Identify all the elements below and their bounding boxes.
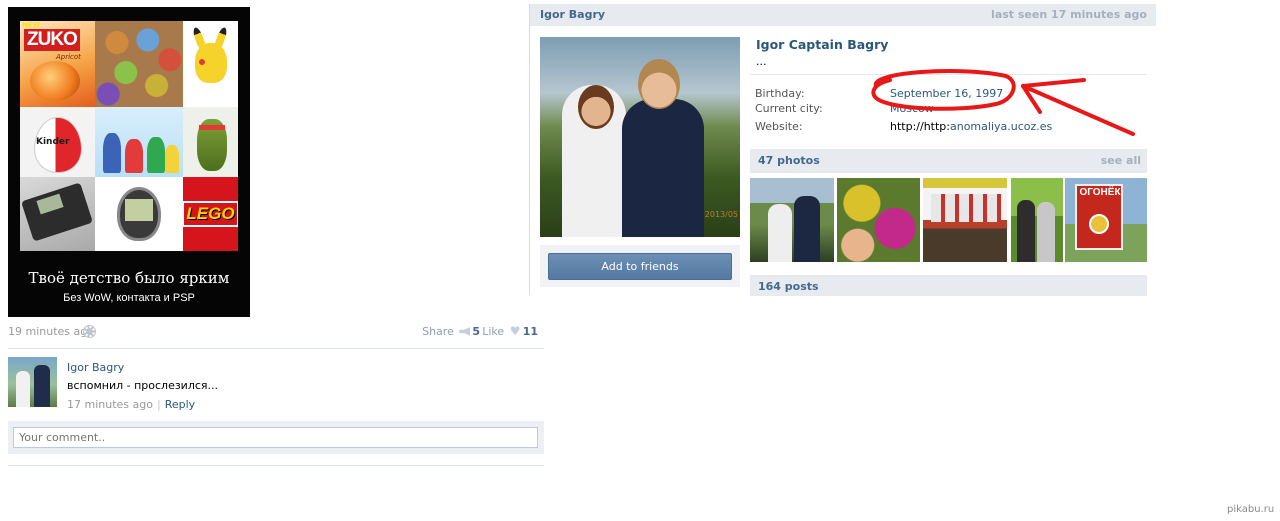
profile-header-bar: Igor Bagry last seen 17 minutes ago [530,4,1156,26]
comment-text: вспомнил - прослезился... [67,379,219,392]
photos-section-header: 47 photos see all [750,149,1147,173]
posts-count-link[interactable]: 164 posts [758,280,819,293]
post-image-poster[interactable]: NEW ZUKO Apricot Kinder LEGO Твоё детств… [8,7,250,317]
divider [8,465,544,466]
city-value[interactable]: Moscow [890,102,934,115]
share-count: 5 [472,325,480,338]
thumbnail-sign-text: ОГОНЁК [1079,187,1121,198]
watermark: pikabu.ru [1227,504,1275,515]
profile-photo[interactable]: 2013/05 [540,37,740,237]
zuko-flavor-label: Apricot [56,53,81,61]
pikachu-tile [183,21,238,107]
post-meta-row: 19 minutes ago Share 5 Like ♥ 11 [8,325,544,339]
comment-time[interactable]: 17 minutes ago [67,398,153,411]
profile-status: ... [756,55,767,68]
kinder-egg-tile: Kinder [20,107,95,177]
zuko-brand-label: ZUKO [24,29,80,51]
zuko-tile: NEW ZUKO Apricot [20,21,95,107]
profile-full-name: Igor Captain Bagry [756,37,889,52]
comment-meta: 17 minutes ago | Reply [67,398,195,411]
lego-logo: LEGO [183,201,238,227]
birthday-value[interactable]: September 16, 1997 [890,87,1003,100]
poster-title: Твоё детство было ярким [28,269,230,287]
post-time[interactable]: 19 minutes ago [8,325,94,338]
website-value[interactable]: http://http:anomaliya.ucoz.es [890,120,1052,133]
lego-tile: LEGO [183,177,238,251]
website-prefix: http://http: [890,120,950,133]
poster-subtitle: Без WoW, контакта и PSP [63,292,195,304]
share-button[interactable]: Share 5 [422,325,480,338]
comment-author-link[interactable]: Igor Bagry [67,361,124,374]
brick-game-tile [20,177,95,251]
photo-thumbnail[interactable] [837,178,920,262]
website-link[interactable]: anomaliya.ucoz.es [950,120,1052,133]
comment-separator: | [156,398,161,411]
gear-icon[interactable] [84,326,95,337]
bottle-caps-tile [95,21,183,107]
divider [750,74,1147,75]
add-to-friends-button[interactable]: Add to friends [548,253,732,280]
city-label: Current city: [755,102,823,115]
heart-icon: ♥ [509,324,521,338]
profile-header-name: Igor Bagry [540,8,606,21]
photo-thumbnail[interactable] [1011,178,1063,262]
ducktales-tile [95,107,183,177]
see-all-link[interactable]: see all [1101,154,1141,167]
like-label: Like [482,325,505,338]
birthday-label: Birthday: [755,87,805,100]
friend-action-panel: Add to friends [540,245,740,287]
comment-box [8,421,544,454]
tamagotchi-tile [95,177,183,251]
photo-thumbnail[interactable] [923,178,1007,262]
like-count: 11 [522,325,538,338]
zuko-new-label: NEW [22,21,41,29]
ninja-turtle-tile [183,107,238,177]
column-divider [529,4,530,295]
divider [8,348,544,349]
photo-thumbnail[interactable]: ОГОНЁК [1065,178,1147,262]
photo-date-stamp: 2013/05 [704,210,738,219]
kinder-label: Kinder [36,137,70,147]
apricot-illustration [30,61,80,101]
like-button[interactable]: Like ♥ 11 [482,325,538,338]
reply-link[interactable]: Reply [165,398,195,411]
megaphone-icon [459,327,471,336]
photo-thumbnail[interactable] [750,178,834,262]
posts-section-header: 164 posts [750,275,1147,296]
last-seen-status: last seen 17 minutes ago [991,8,1147,21]
share-label: Share [422,325,454,338]
website-label: Website: [755,120,803,133]
comment-avatar[interactable] [8,357,57,407]
poster-collage: NEW ZUKO Apricot Kinder LEGO [20,21,238,251]
comment-input[interactable] [13,427,538,448]
photos-count-link[interactable]: 47 photos [758,154,820,167]
